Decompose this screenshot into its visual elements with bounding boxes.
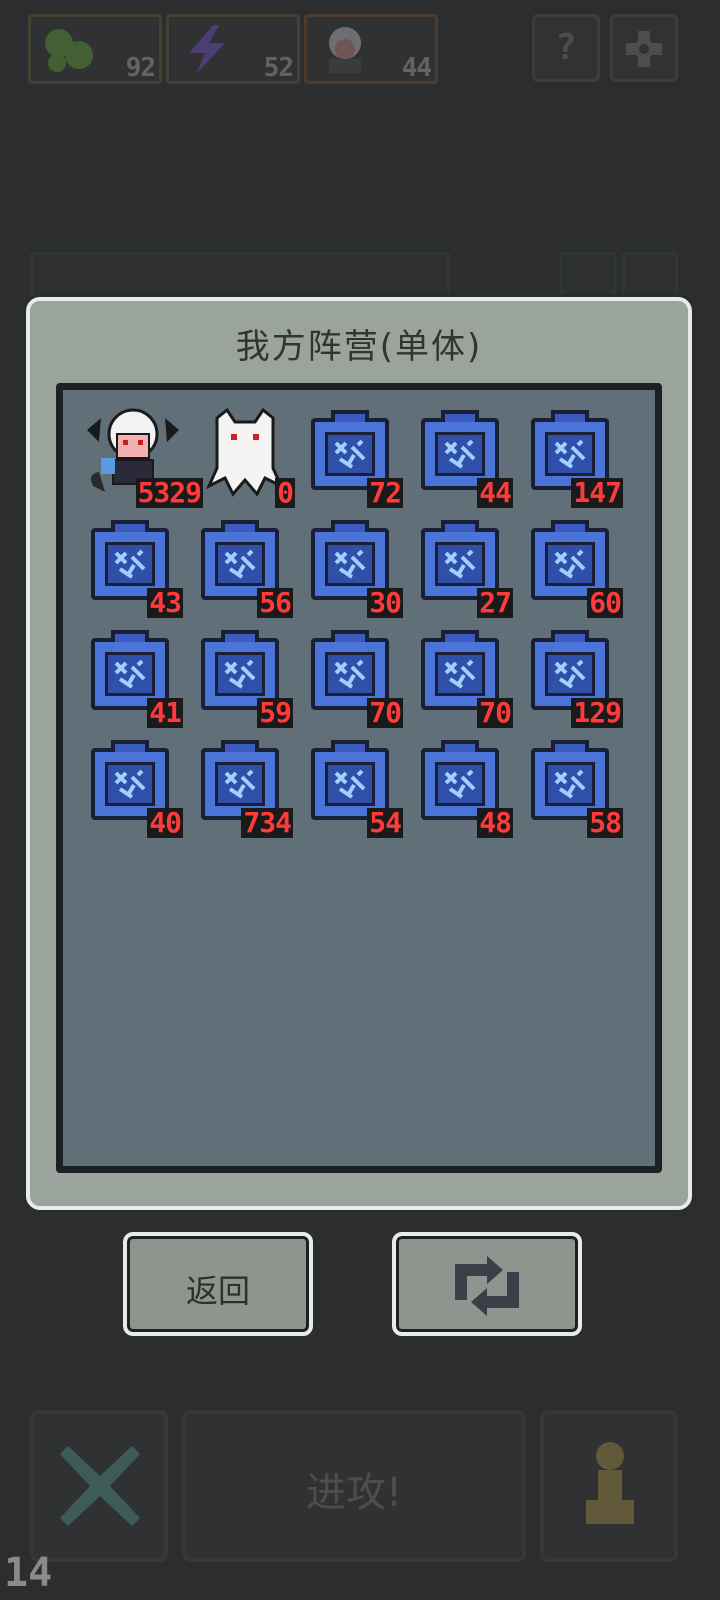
x-icon [60,1446,140,1526]
unit-value: 43 [147,586,183,619]
unit-supply-box[interactable]: 56 [193,518,293,618]
demon-portrait-icon [329,27,361,73]
unit-supply-box[interactable]: 54 [303,738,403,838]
background-tabs [30,252,450,302]
modal-title: 我方阵营(单体) [235,327,483,367]
gear-icon [626,31,662,67]
pawn-icon [586,1442,634,1524]
refresh-button[interactable] [392,1232,582,1336]
unit-supply-box[interactable]: 40 [83,738,183,838]
background-sort-button [560,252,616,302]
attack-button-label: 进攻! [305,1470,403,1516]
unit-value: 129 [571,696,623,729]
unit-value: 41 [147,696,183,729]
unit-supply-box[interactable]: 48 [413,738,513,838]
unit-value: 5329 [135,476,203,509]
unit-supply-box[interactable]: 72 [303,408,403,508]
unit-value: 30 [367,586,403,619]
unit-supply-box[interactable]: 41 [83,628,183,728]
unit-supply-box[interactable]: 60 [523,518,623,618]
unit-supply-box[interactable]: 44 [413,408,513,508]
white-ghost-icon [205,407,285,497]
unit-supply-box[interactable]: 30 [303,518,403,618]
swap-arrows-icon [455,1256,519,1316]
unit-supply-box[interactable]: 734 [193,738,293,838]
resource-hero-count: 44 [401,53,432,83]
back-button-label: 返回 [185,1272,250,1310]
green-blob-icon [45,29,93,72]
cancel-button[interactable] [30,1410,168,1562]
unit-supply-box[interactable]: 129 [523,628,623,728]
help-label: ? [555,27,577,68]
background-pawn-button [622,252,678,302]
unit-value: 59 [257,696,293,729]
unit-value: 48 [477,806,513,839]
attack-button[interactable]: 进攻! [182,1410,526,1562]
level-indicator: 14 [4,1550,53,1596]
resource-energy: 52 [166,14,300,84]
unit-value: 44 [477,476,513,509]
unit-value: 70 [367,696,403,729]
unit-supply-box[interactable]: 59 [193,628,293,728]
unit-grid: 5329 0 72 44 147 43 56 30 27 60 41 59 70 70 129 40 734… [56,383,662,1173]
lightning-icon [189,25,225,73]
unit-value: 70 [477,696,513,729]
unit-supply-box[interactable]: 27 [413,518,513,618]
unit-ghost[interactable]: 0 [205,407,295,509]
resource-slime: 92 [28,14,162,84]
camp-modal: 我方阵营(单体) 5329 0 72 44 147 43 56 30 27 60… [26,297,692,1210]
resource-hero: 44 [304,14,438,84]
unit-value: 734 [241,806,293,839]
unit-supply-box[interactable]: 70 [303,628,403,728]
unit-supply-box[interactable]: 70 [413,628,513,728]
back-button[interactable]: 返回 [123,1232,313,1336]
unit-value: 27 [477,586,513,619]
unit-value: 0 [275,476,295,509]
settings-button[interactable] [610,14,678,82]
unit-value: 58 [587,806,623,839]
pawn-button[interactable] [540,1410,678,1562]
unit-value: 56 [257,586,293,619]
unit-hero[interactable]: 5329 [83,408,203,508]
help-button[interactable]: ? [532,14,600,82]
unit-value: 40 [147,806,183,839]
resource-energy-count: 52 [263,53,294,83]
unit-value: 54 [367,806,403,839]
resource-slime-count: 92 [125,53,156,83]
unit-value: 147 [571,476,623,509]
unit-value: 60 [587,586,623,619]
unit-supply-box[interactable]: 58 [523,738,623,838]
unit-supply-box[interactable]: 43 [83,518,183,618]
unit-supply-box[interactable]: 147 [523,408,623,508]
unit-value: 72 [367,476,403,509]
